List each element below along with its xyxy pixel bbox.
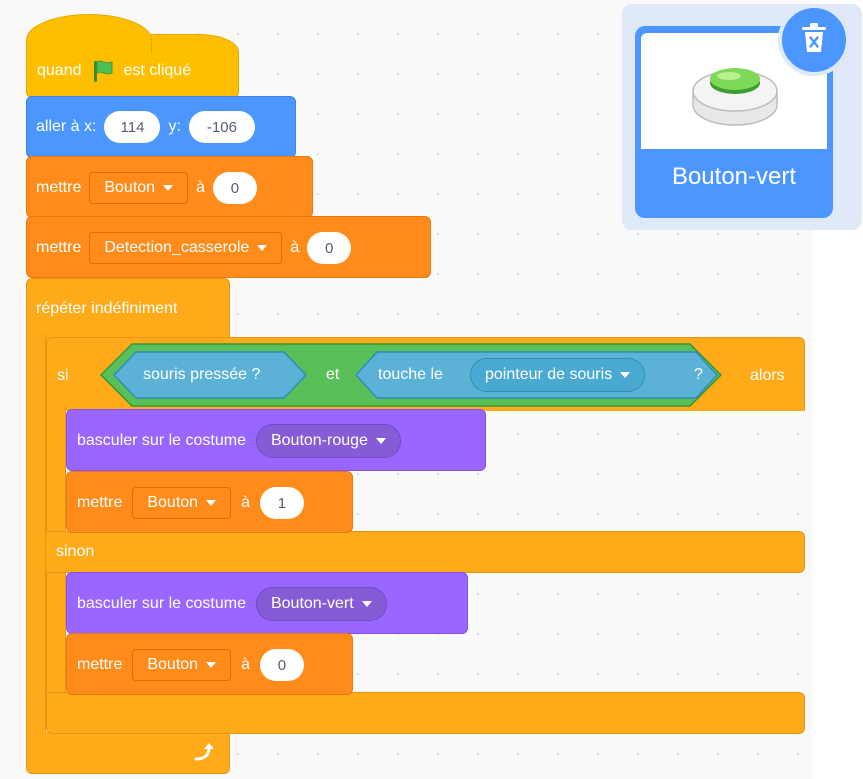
go-to-xy-block[interactable]: aller à x: 114 y: -106 <box>26 96 296 158</box>
set-label: mettre <box>77 656 123 673</box>
if-bottom <box>46 692 805 734</box>
sprite-name: Bouton-vert <box>671 163 797 190</box>
switch-costume-green-block[interactable]: basculer sur le costume Bouton-vert <box>66 572 468 634</box>
when-label: quand <box>37 62 82 79</box>
else-label: sinon <box>56 543 95 560</box>
loop-arrow-icon <box>191 740 217 769</box>
else-row: sinon <box>46 531 805 573</box>
set-bouton-block[interactable]: mettre Bouton à 0 <box>26 156 313 218</box>
variable-name: Bouton <box>147 656 199 673</box>
dropdown-arrow-icon <box>257 245 268 251</box>
dropdown-arrow-icon <box>620 372 631 378</box>
value-input[interactable]: 0 <box>307 232 352 264</box>
clicked-label: est cliqué <box>123 62 192 79</box>
green-flag-icon <box>90 58 116 84</box>
forever-bottom[interactable] <box>26 732 230 774</box>
switch-costume-label: basculer sur le costume <box>77 432 246 449</box>
variable-dropdown[interactable]: Detection_casserole <box>89 232 283 264</box>
costume-name: Bouton-vert <box>270 595 354 612</box>
to-label: à <box>196 179 205 196</box>
variable-dropdown[interactable]: Bouton <box>132 649 232 681</box>
set-detection-block[interactable]: mettre Detection_casserole à 0 <box>26 216 431 278</box>
value-input[interactable]: 0 <box>212 172 257 204</box>
value-input[interactable]: 1 <box>259 487 304 519</box>
costume-dropdown[interactable]: Bouton-rouge <box>255 424 401 458</box>
to-label: à <box>241 656 250 673</box>
then-label: alors <box>750 367 785 384</box>
forever-arm <box>26 334 46 734</box>
variable-name: Bouton <box>104 179 156 196</box>
x-input[interactable]: 114 <box>104 111 161 143</box>
and-label: et <box>326 366 340 383</box>
variable-dropdown[interactable]: Bouton <box>89 172 189 204</box>
dropdown-arrow-icon <box>375 438 386 444</box>
forever-top[interactable]: répéter indéfiniment <box>26 278 230 344</box>
mouse-down-label: souris pressée ? <box>143 366 261 383</box>
to-label: à <box>241 494 250 511</box>
dropdown-arrow-icon <box>206 662 217 668</box>
touching-suffix: ? <box>694 366 703 383</box>
dropdown-arrow-icon <box>163 185 174 191</box>
value-input[interactable]: 0 <box>259 649 304 681</box>
touching-target-dropdown[interactable]: pointeur de souris <box>470 358 646 392</box>
to-label: à <box>290 239 300 256</box>
trash-icon <box>800 22 828 59</box>
switch-costume-label: basculer sur le costume <box>77 595 246 612</box>
set-label: mettre <box>77 494 123 511</box>
dropdown-arrow-icon <box>206 500 217 506</box>
delete-sprite-button[interactable] <box>778 4 850 76</box>
y-label: y: <box>168 118 181 135</box>
set-label: mettre <box>36 179 82 196</box>
set-bouton-1-block[interactable]: mettre Bouton à 1 <box>66 471 353 533</box>
costume-dropdown[interactable]: Bouton-vert <box>255 587 387 621</box>
y-input[interactable]: -106 <box>188 111 255 143</box>
switch-costume-red-block[interactable]: basculer sur le costume Bouton-rouge <box>66 409 486 471</box>
touching-label: touche le <box>378 366 443 383</box>
forever-label: répéter indéfiniment <box>36 300 178 317</box>
set-label: mettre <box>36 239 82 256</box>
if-label: si <box>57 367 69 384</box>
costume-name: Bouton-rouge <box>270 432 368 449</box>
variable-name: Bouton <box>147 494 199 511</box>
variable-name: Detection_casserole <box>104 239 250 256</box>
go-to-x-label: aller à x: <box>36 118 97 135</box>
touching-target-value: pointeur de souris <box>485 366 613 383</box>
variable-dropdown[interactable]: Bouton <box>132 487 232 519</box>
dropdown-arrow-icon <box>361 601 372 607</box>
set-bouton-0-block[interactable]: mettre Bouton à 0 <box>66 633 353 695</box>
